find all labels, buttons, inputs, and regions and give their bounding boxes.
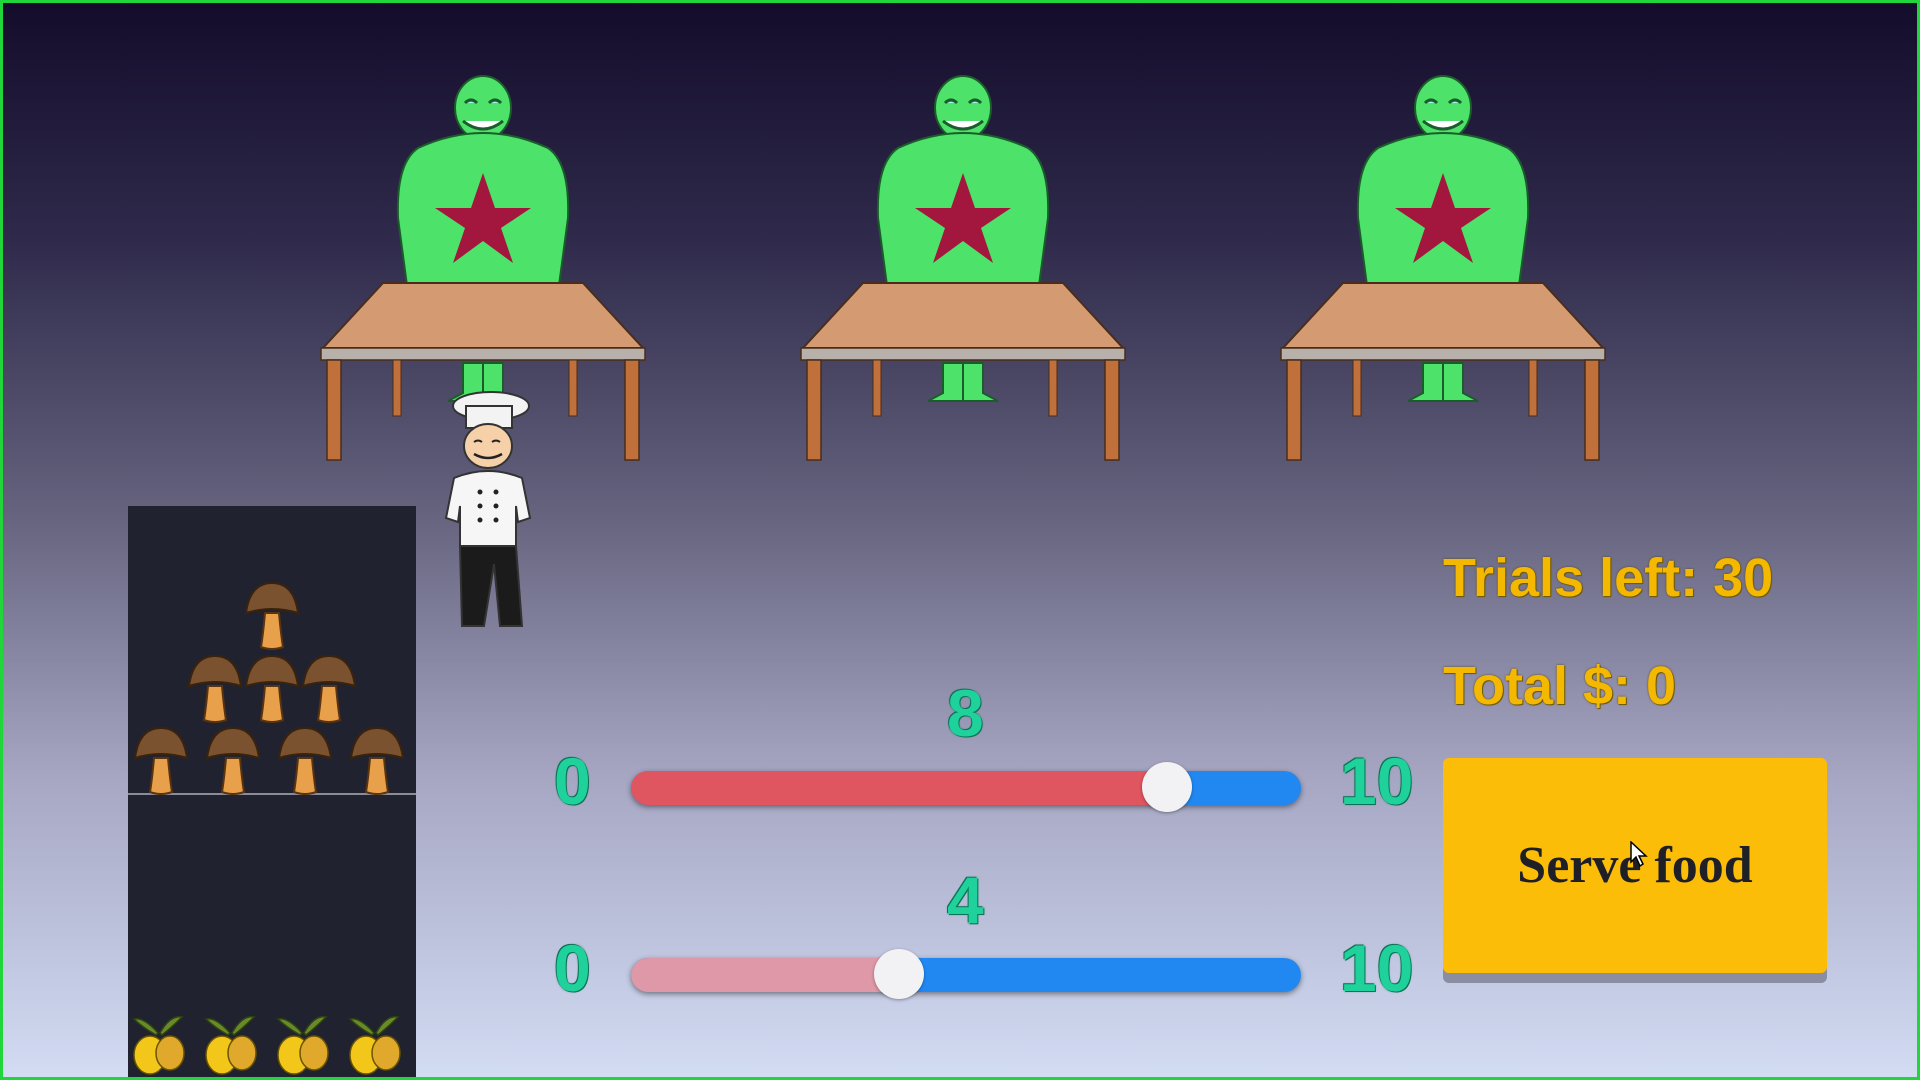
ingredient-pantry xyxy=(128,506,416,1077)
lemon-icon xyxy=(204,1016,257,1075)
mushroom-icon xyxy=(133,726,189,795)
trials-left-label: Trials left: 30 xyxy=(1443,548,1774,608)
mushroom-icon xyxy=(277,726,333,795)
slider-2-max-label: 10 xyxy=(1340,931,1414,1005)
lemon-icon xyxy=(348,1016,401,1075)
mushroom-amount-slider[interactable] xyxy=(631,762,1301,812)
lemon-icon xyxy=(132,1016,185,1075)
slider-1-min-label: 0 xyxy=(554,744,591,818)
monster-table-3 xyxy=(1280,75,1606,461)
slider-2-thumb[interactable] xyxy=(874,949,924,999)
chef-icon xyxy=(444,391,532,627)
mushroom-icon xyxy=(187,654,243,723)
slider-1-max-label: 10 xyxy=(1340,744,1414,818)
slider-1-fill xyxy=(631,771,1167,805)
game-stage: 8 0 10 4 0 10 Trials left: 30 Total $: 0… xyxy=(0,0,1920,1080)
mushroom-icon xyxy=(301,654,357,723)
lemon-amount-slider[interactable] xyxy=(631,949,1301,999)
mushroom-icon xyxy=(205,726,261,795)
lemon-icon xyxy=(276,1016,329,1075)
slider-1-thumb[interactable] xyxy=(1142,762,1192,812)
monster-table-2 xyxy=(800,75,1126,461)
slider-2-value: 4 xyxy=(947,863,984,937)
mouse-cursor-icon xyxy=(1630,841,1648,867)
slider-2-fill xyxy=(631,958,899,992)
mushroom-icon xyxy=(349,726,405,795)
mushroom-icon xyxy=(244,654,300,723)
slider-1-value: 8 xyxy=(947,676,984,750)
mushroom-icon xyxy=(244,581,300,650)
slider-2-min-label: 0 xyxy=(554,931,591,1005)
total-money-label: Total $: 0 xyxy=(1443,656,1677,716)
